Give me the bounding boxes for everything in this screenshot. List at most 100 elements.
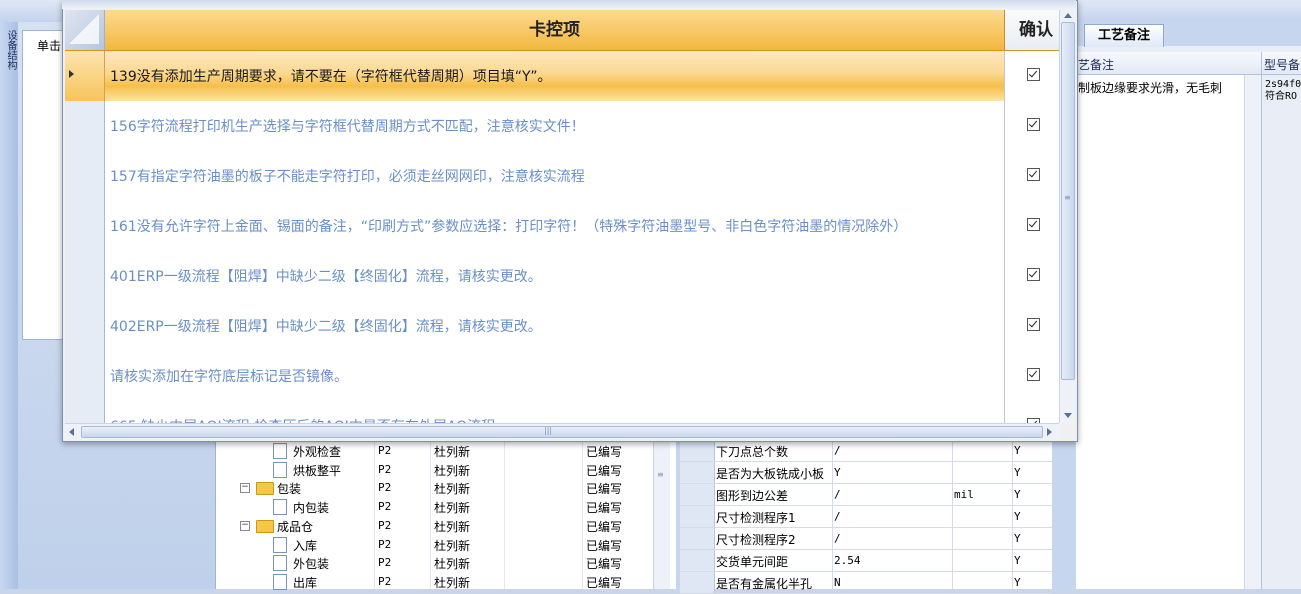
control-item-row[interactable]: 156字符流程打印机生产选择与字符框代替周期方式不匹配，注意核实文件！ (65, 101, 1059, 152)
param-name: 图形到边公差 (716, 489, 789, 503)
control-item-row[interactable]: 139没有添加生产周期要求，请不要在（字符框代替周期）项目填“Y”。 (65, 51, 1059, 102)
tree-row[interactable]: 外观检查 P2 杜列新 已编写 (216, 441, 676, 460)
tree-cell-author: 杜列新 (434, 557, 471, 572)
control-item-text: 402ERP一级流程【阻焊】中缺少二级【终固化】流程，请核实更改。 (110, 319, 542, 335)
control-item-row[interactable]: 401ERP一级流程【阻焊】中缺少二级【终固化】流程，请核实更改。 (65, 251, 1059, 302)
tree-cell-status: 已编写 (586, 538, 623, 553)
tree-row[interactable]: 外包装 P2 杜列新 已编写 (216, 553, 676, 572)
param-row[interactable]: 尺寸检测程序1 / Y (680, 506, 1052, 528)
craft-model-line2: 符合RO (1265, 91, 1298, 102)
row-header[interactable] (65, 151, 105, 201)
param-row[interactable]: 是否有金属化半孔 N Y (680, 572, 1052, 594)
param-value[interactable]: / (834, 510, 841, 523)
control-item-row[interactable]: 请核实添加在字符底层标记是否镜像。 (65, 351, 1059, 402)
confirm-checkbox[interactable] (1027, 318, 1040, 331)
tree-node-label: 烘板整平 (293, 463, 342, 478)
confirm-cell[interactable] (1004, 351, 1059, 401)
control-item-text: 156字符流程打印机生产选择与字符框代替周期方式不匹配，注意核实文件！ (110, 119, 585, 135)
collapse-toggle-icon[interactable]: − (240, 483, 250, 494)
control-item-row[interactable]: 665 缺少内层AOI流程:检查压后的AOI中是否有在外层AO流程 (65, 401, 1059, 423)
craft-col-model-header[interactable]: 型号备 (1264, 56, 1300, 73)
param-row-header[interactable] (680, 572, 715, 593)
document-icon (273, 461, 287, 478)
scroll-down-arrow-icon[interactable] (1064, 413, 1072, 418)
row-header[interactable] (65, 401, 105, 423)
dialog-titlebar (62, 0, 1076, 9)
craft-col-notes-header[interactable]: 艺备注 (1078, 56, 1114, 73)
craft-scrollbar[interactable] (1244, 75, 1262, 589)
tree-row[interactable]: − 包装 P2 杜列新 已编写 (216, 478, 676, 497)
row-header[interactable] (65, 201, 105, 251)
param-flag: Y (1014, 510, 1021, 523)
tree-row[interactable]: 内包装 P2 杜列新 已编写 (216, 497, 676, 516)
param-name: 交货单元间距 (716, 555, 789, 569)
param-value[interactable]: N (834, 576, 841, 589)
scroll-up-arrow-icon[interactable] (1064, 13, 1072, 18)
confirm-checkbox[interactable] (1027, 218, 1040, 231)
confirm-cell[interactable] (1004, 301, 1059, 351)
tree-scrollbar[interactable]: ≡ (653, 440, 670, 589)
tree-row[interactable]: 烘板整平 P2 杜列新 已编写 (216, 460, 676, 479)
confirm-checkbox[interactable] (1027, 68, 1040, 81)
param-value[interactable]: 2.54 (834, 554, 861, 567)
column-header-confirm[interactable]: 确认 (1005, 10, 1059, 50)
tree-node-label: 外观检查 (293, 445, 342, 459)
row-header[interactable] (65, 101, 105, 151)
param-value[interactable]: Y (834, 466, 841, 479)
row-header[interactable] (65, 301, 105, 351)
document-icon (273, 555, 287, 572)
param-row-header[interactable] (680, 506, 715, 527)
row-header[interactable] (65, 351, 105, 401)
select-all-corner[interactable] (65, 10, 105, 50)
tree-row[interactable]: − 成品仓 P2 杜列新 已编写 (216, 516, 676, 535)
tree-cell-status: 已编写 (586, 463, 623, 478)
param-row-header[interactable] (680, 528, 715, 549)
control-item-row[interactable]: 402ERP一级流程【阻焊】中缺少二级【终固化】流程，请核实更改。 (65, 301, 1059, 352)
tree-cell-author: 杜列新 (434, 501, 471, 516)
param-row[interactable]: 图形到边公差 / mil Y (680, 484, 1052, 506)
control-item-row[interactable]: 161没有允许字符上金面、锡面的备注，“印刷方式”参数应选择：打印字符！（特殊字… (65, 201, 1059, 252)
param-row[interactable]: 下刀点总个数 / Y (680, 440, 1052, 462)
scroll-left-arrow-icon[interactable] (69, 428, 74, 436)
confirm-checkbox[interactable] (1027, 118, 1040, 131)
column-header-control-item[interactable]: 卡控项 (105, 10, 1005, 50)
param-flag: Y (1014, 576, 1021, 589)
confirm-checkbox[interactable] (1027, 368, 1040, 381)
param-row[interactable]: 尺寸检测程序2 / Y (680, 528, 1052, 550)
tree-node-label: 内包装 (293, 501, 330, 516)
confirm-checkbox[interactable] (1027, 168, 1040, 181)
confirm-checkbox[interactable] (1027, 268, 1040, 281)
param-row-header[interactable] (680, 484, 715, 505)
param-value[interactable]: / (834, 488, 841, 501)
param-row-header[interactable] (680, 550, 715, 571)
confirm-cell[interactable] (1004, 101, 1059, 151)
param-row-header[interactable] (680, 462, 715, 483)
confirm-cell[interactable] (1004, 251, 1059, 301)
confirm-cell[interactable] (1004, 201, 1059, 251)
confirm-cell[interactable] (1004, 401, 1059, 423)
collapse-toggle-icon[interactable]: − (240, 520, 250, 531)
vertical-scroll-thumb[interactable]: ≡ (1061, 22, 1075, 380)
param-name: 是否为大板铣成小板 (716, 467, 825, 481)
confirm-cell[interactable] (1004, 151, 1059, 201)
device-structure-tab[interactable]: 设备结构 (0, 22, 19, 589)
document-icon (273, 443, 287, 459)
tree-row[interactable]: 出库 P2 杜列新 已编写 (216, 572, 676, 591)
param-row[interactable]: 是否为大板铣成小板 Y Y (680, 462, 1052, 484)
param-value[interactable]: / (834, 444, 841, 457)
scroll-right-arrow-icon[interactable] (1047, 428, 1052, 436)
tree-node-label: 出库 (293, 575, 318, 590)
device-structure-label: 设备结构 (5, 30, 16, 70)
tab-craft-notes[interactable]: 工艺备注 (1084, 24, 1164, 47)
control-item-row[interactable]: 157有指定字符油墨的板子不能走字符打印，必须走丝网网印，注意核实流程 (65, 151, 1059, 202)
tree-cell-author: 杜列新 (434, 519, 471, 534)
param-value[interactable]: / (834, 532, 841, 545)
tree-row[interactable]: 入库 P2 杜列新 已编写 (216, 535, 676, 554)
left-click-panel[interactable]: 单击 (22, 30, 66, 340)
row-header[interactable] (65, 51, 105, 101)
horizontal-scroll-thumb[interactable]: ||| (81, 426, 1043, 438)
confirm-cell[interactable] (1004, 51, 1059, 101)
param-row-header[interactable] (680, 440, 715, 461)
param-row[interactable]: 交货单元间距 2.54 Y (680, 550, 1052, 572)
row-header[interactable] (65, 251, 105, 301)
